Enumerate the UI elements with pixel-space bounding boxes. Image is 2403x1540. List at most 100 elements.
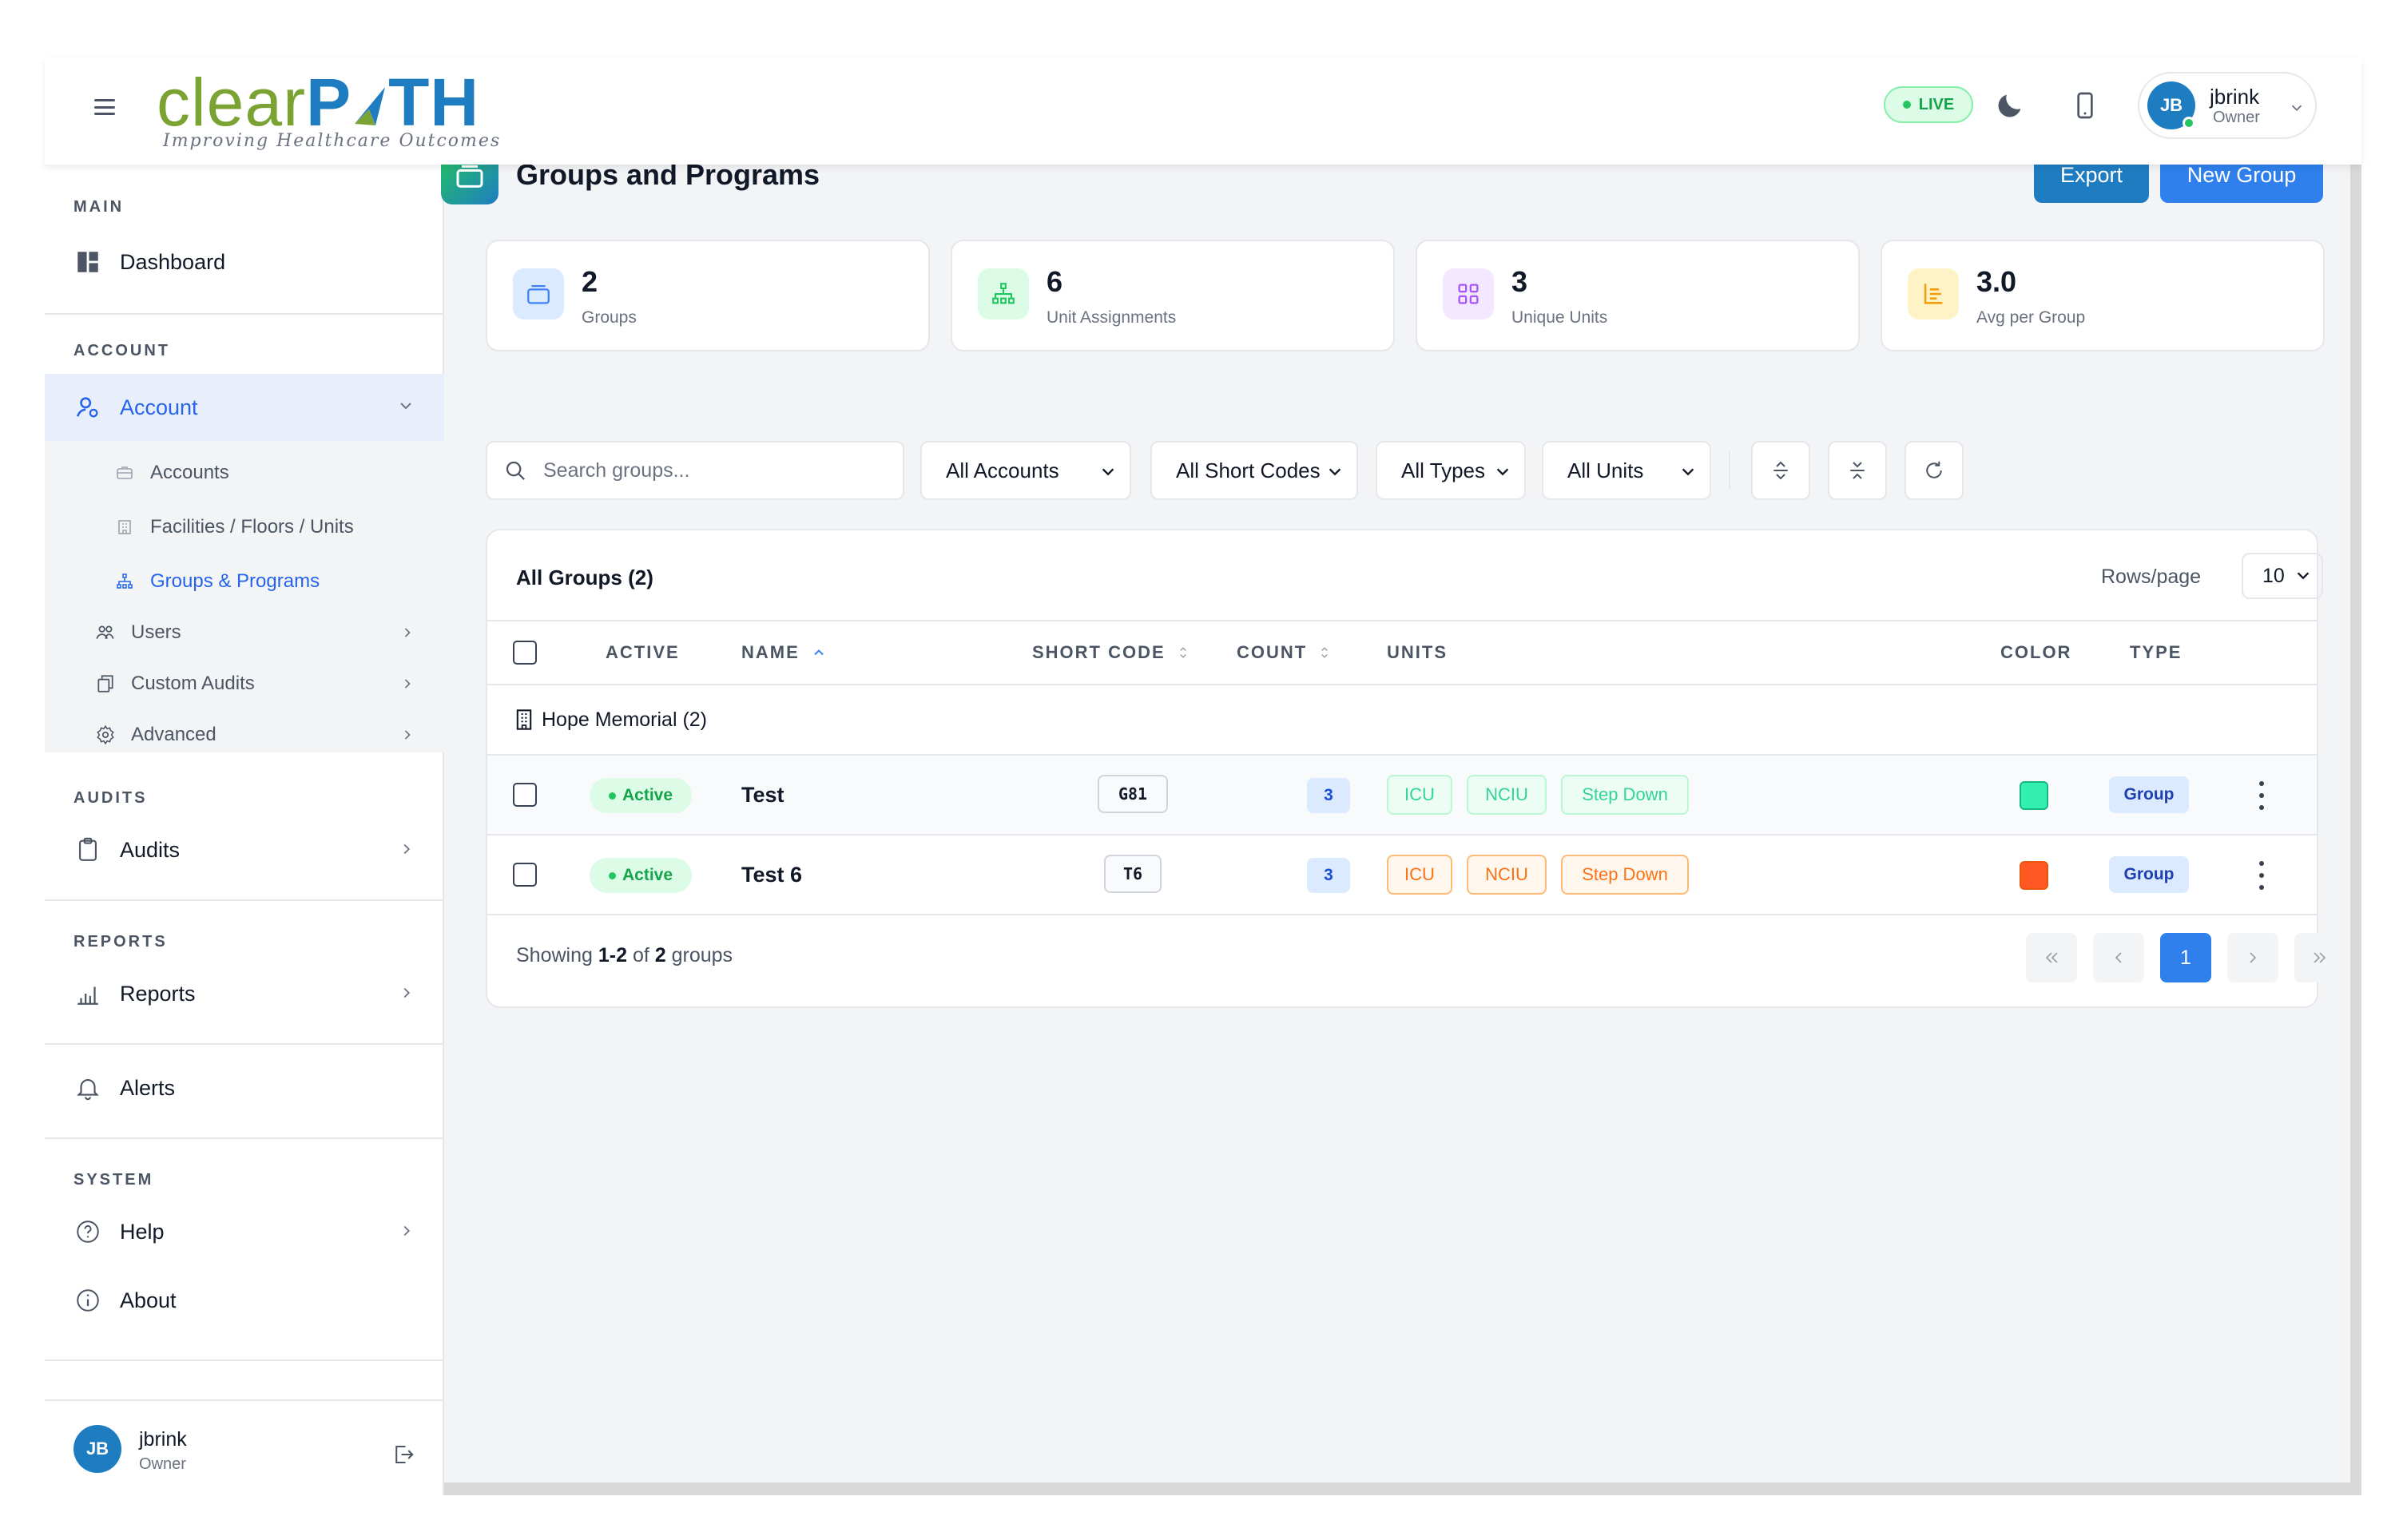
showing-suffix: groups bbox=[665, 944, 733, 966]
table-row[interactable]: Active Test G81 3 ICU NCIU Step Down Gro… bbox=[487, 756, 2317, 835]
user-menu[interactable]: JB jbrink Owner bbox=[2138, 72, 2317, 139]
logo-path-rest: TH bbox=[388, 65, 480, 140]
clearpath-logo[interactable]: clearP TH Improving Healthcare Outcomes bbox=[157, 69, 501, 151]
menu-icon[interactable] bbox=[94, 99, 115, 115]
user-role: Owner bbox=[2213, 109, 2260, 126]
moon-icon[interactable] bbox=[1991, 86, 2029, 125]
sidebar-item-about[interactable]: About bbox=[45, 1268, 444, 1332]
short-codes-select[interactable]: All Short Codes bbox=[1150, 441, 1358, 500]
search-icon bbox=[506, 461, 526, 481]
chevrons-left-icon bbox=[2045, 952, 2058, 963]
col-count[interactable]: COUNT bbox=[1237, 642, 1331, 663]
expand-icon bbox=[1773, 461, 1788, 480]
chevron-right-icon bbox=[403, 843, 411, 855]
table-row[interactable]: Active Test 6 T6 3 ICU NCIU Step Down Gr… bbox=[487, 835, 2317, 915]
col-label: UNITS bbox=[1387, 642, 1448, 662]
gear-icon bbox=[94, 724, 117, 746]
more-options-icon[interactable] bbox=[2258, 781, 2266, 810]
sidebar-item-reports[interactable]: Reports bbox=[45, 962, 444, 1026]
chevron-right-icon bbox=[404, 628, 411, 637]
select-all-checkbox[interactable] bbox=[513, 641, 537, 665]
page-button-1[interactable]: 1 bbox=[2160, 933, 2211, 982]
section-title-reports: REPORTS bbox=[73, 933, 168, 951]
sidebar-item-label: Dashboard bbox=[120, 249, 226, 274]
stat-value: 3.0 bbox=[1976, 265, 2017, 298]
row-name: Test 6 bbox=[741, 863, 803, 887]
units-select[interactable]: All Units bbox=[1542, 441, 1711, 500]
rows-per-page-select[interactable]: 10 bbox=[2242, 553, 2323, 599]
sidebar-footer-user[interactable]: JB jbrink Owner bbox=[45, 1401, 444, 1495]
last-page-button[interactable] bbox=[2294, 933, 2345, 982]
showing-of: of bbox=[627, 944, 655, 966]
group-header-row[interactable]: Hope Memorial (2) bbox=[487, 685, 2317, 756]
next-page-button[interactable] bbox=[2227, 933, 2278, 982]
types-select[interactable]: All Types bbox=[1376, 441, 1526, 500]
row-checkbox[interactable] bbox=[513, 863, 537, 887]
search-box[interactable] bbox=[486, 441, 904, 500]
col-active[interactable]: ACTIVE bbox=[606, 642, 680, 663]
unit-tag: NCIU bbox=[1467, 855, 1547, 895]
logo-arrow-icon bbox=[355, 87, 386, 125]
sidebar-item-account[interactable]: Account bbox=[45, 374, 444, 441]
divider bbox=[45, 1043, 444, 1045]
chevron-right-icon bbox=[403, 1225, 411, 1236]
col-label: COUNT bbox=[1237, 642, 1308, 662]
first-page-button[interactable] bbox=[2026, 933, 2077, 982]
more-options-icon[interactable] bbox=[2258, 861, 2266, 890]
question-icon bbox=[73, 1217, 102, 1246]
sidebar-subitem-accounts[interactable]: Accounts bbox=[45, 447, 444, 498]
sidebar-item-advanced[interactable]: Advanced bbox=[45, 709, 444, 760]
col-name[interactable]: NAME bbox=[741, 642, 827, 663]
account-icon bbox=[73, 393, 102, 422]
logout-icon[interactable] bbox=[391, 1443, 415, 1467]
sitemap-icon bbox=[113, 570, 136, 593]
footer-user-name: jbrink bbox=[139, 1428, 187, 1451]
sidebar-item-custom-audits[interactable]: Custom Audits bbox=[45, 658, 444, 709]
search-input[interactable] bbox=[543, 443, 895, 498]
sidebar-item-label: Audits bbox=[120, 837, 181, 862]
groups-table-card: All Groups (2) Rows/page 10 ACTIVE NAME … bbox=[486, 529, 2345, 1008]
type-badge: Group bbox=[2109, 856, 2189, 893]
stat-label: Avg per Group bbox=[1976, 308, 2086, 327]
select-value: All Units bbox=[1567, 458, 1644, 482]
online-status-icon bbox=[2183, 117, 2195, 129]
accounts-select[interactable]: All Accounts bbox=[920, 441, 1131, 500]
status-badge: Active bbox=[590, 858, 692, 893]
prev-page-button[interactable] bbox=[2093, 933, 2144, 982]
table-header: ACTIVE NAME SHORT CODE COUNT UNITS COLOR… bbox=[487, 620, 2317, 685]
chevron-down-icon bbox=[1496, 468, 1509, 476]
chevron-down-icon bbox=[2297, 572, 2310, 580]
section-title-audits: AUDITS bbox=[73, 789, 148, 807]
pagination-summary: Showing 1-2 of 2 groups bbox=[516, 944, 733, 967]
dashboard-icon bbox=[73, 248, 102, 276]
row-checkbox[interactable] bbox=[513, 783, 537, 807]
unit-tag: ICU bbox=[1387, 855, 1452, 895]
unit-tag: Step Down bbox=[1561, 855, 1689, 895]
sidebar-item-audits[interactable]: Audits bbox=[45, 818, 444, 882]
col-label: COLOR bbox=[2000, 642, 2072, 662]
avatar-initials: JB bbox=[2159, 95, 2183, 115]
sidebar-item-help[interactable]: Help bbox=[45, 1200, 444, 1264]
refresh-button[interactable] bbox=[1905, 441, 1964, 500]
col-short-code[interactable]: SHORT CODE bbox=[1032, 642, 1190, 663]
stat-card-avg-per-group: 3.0 Avg per Group bbox=[1881, 240, 2325, 351]
mobile-icon[interactable] bbox=[2066, 86, 2104, 125]
sidebar-item-label: Users bbox=[131, 621, 181, 643]
collapse-all-button[interactable] bbox=[1828, 441, 1887, 500]
expand-all-button[interactable] bbox=[1751, 441, 1810, 500]
sidebar-subitem-facilities[interactable]: Facilities / Floors / Units bbox=[45, 502, 444, 553]
col-label: SHORT CODE bbox=[1032, 642, 1166, 662]
col-label: TYPE bbox=[2130, 642, 2183, 662]
bar-chart-icon bbox=[73, 979, 102, 1008]
chevron-down-icon bbox=[1329, 468, 1341, 476]
sidebar-item-dashboard[interactable]: Dashboard bbox=[45, 230, 444, 294]
select-value: 10 bbox=[2262, 564, 2285, 587]
sidebar-item-alerts[interactable]: Alerts bbox=[45, 1056, 444, 1120]
status-label: Active bbox=[622, 786, 673, 804]
new-group-label: New Group bbox=[2187, 162, 2297, 187]
sidebar-item-users[interactable]: Users bbox=[45, 607, 444, 658]
sidebar-subitem-groups-programs[interactable]: Groups & Programs bbox=[45, 556, 444, 607]
row-name: Test bbox=[741, 783, 784, 807]
section-title-system: SYSTEM bbox=[73, 1171, 154, 1189]
status-dot-icon bbox=[608, 792, 616, 800]
